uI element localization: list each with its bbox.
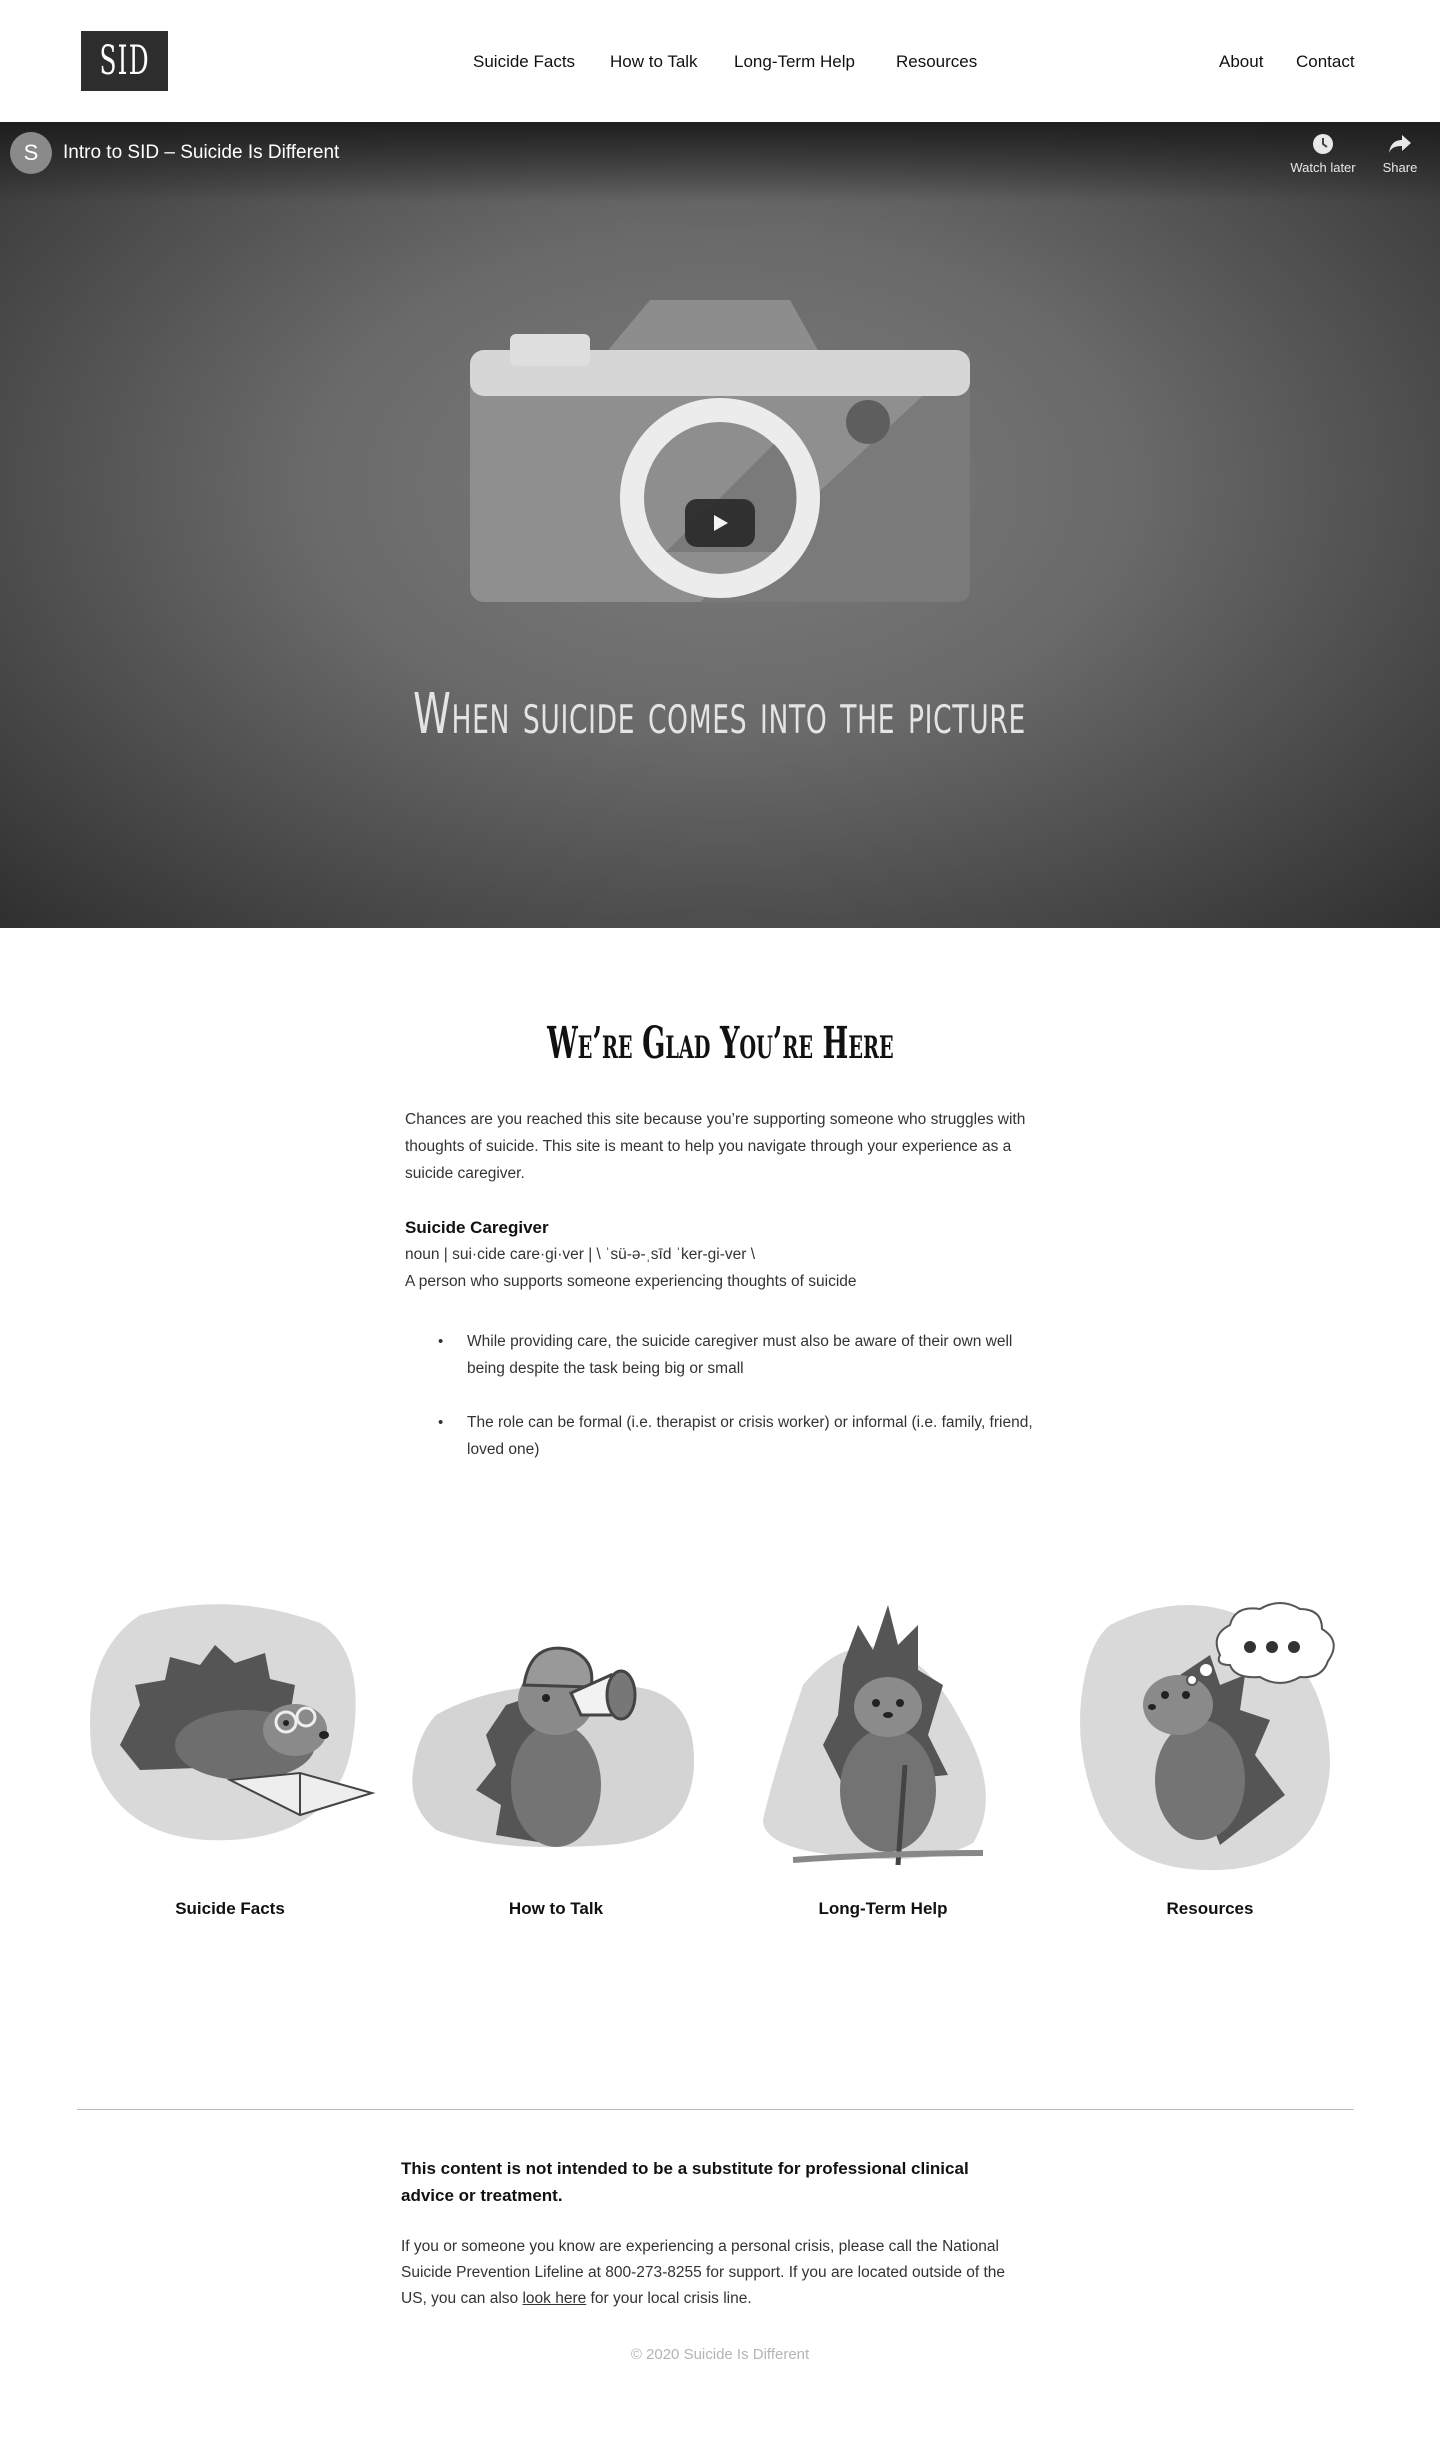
list-item: • The role can be formal (i.e. therapist…: [405, 1409, 1035, 1463]
clock-icon: [1283, 132, 1363, 158]
porcupine-cane-icon: [763, 1605, 986, 1866]
topic-cards: Suicide Facts How to Talk Long-Term Help…: [0, 1595, 1440, 1935]
camera-illustration-icon: [470, 300, 970, 602]
nav-resources[interactable]: Resources: [896, 52, 977, 72]
play-button[interactable]: [685, 499, 755, 547]
disclaimer-text: This content is not intended to be a sub…: [401, 2159, 969, 2205]
crisis-line-link[interactable]: look here: [522, 2290, 586, 2307]
porcupine-megaphone-icon: [412, 1646, 695, 1848]
video-player[interactable]: S Intro to SID – Suicide Is Different Wa…: [0, 122, 1440, 928]
card-label: Long-Term Help: [818, 1899, 948, 1918]
bullet-icon: •: [438, 1333, 444, 1350]
channel-avatar[interactable]: S: [10, 132, 52, 174]
footer-divider: [77, 2109, 1354, 2110]
porcupine-thinking-icon: [1080, 1602, 1335, 1871]
card-long-term-help[interactable]: Long-Term Help: [733, 1595, 1033, 1935]
copyright-text: © 2020 Suicide Is Different: [630, 2346, 810, 2363]
nav-contact[interactable]: Contact: [1296, 52, 1355, 72]
card-label: Suicide Facts: [175, 1899, 285, 1918]
bullet-icon: •: [438, 1414, 444, 1431]
nav-long-term-help[interactable]: Long-Term Help: [734, 52, 855, 72]
intro-text: Chances are you reached this site becaus…: [405, 1106, 1035, 1187]
card-how-to-talk[interactable]: How to Talk: [406, 1595, 706, 1935]
definition-block: Suicide Caregiver noun | sui·cide care·g…: [405, 1214, 1035, 1295]
site-header: SID Suicide Facts How to Talk Long-Term …: [0, 0, 1440, 122]
share-label: Share: [1382, 160, 1418, 175]
definition-text: A person who supports someone experienci…: [405, 1273, 857, 1290]
watch-later-label: Watch later: [1290, 160, 1356, 175]
card-suicide-facts[interactable]: Suicide Facts: [80, 1595, 380, 1935]
caregiver-bullet-list: • While providing care, the suicide care…: [405, 1328, 1035, 1490]
main-nav: Suicide Facts How to Talk Long-Term Help…: [0, 52, 1440, 76]
list-item: • While providing care, the suicide care…: [405, 1328, 1035, 1382]
share-arrow-icon: [1360, 132, 1440, 158]
card-label: Resources: [1166, 1899, 1254, 1918]
intro-paragraph: Chances are you reached this site becaus…: [405, 1111, 1026, 1182]
definition-pronunciation: noun | sui·cide care·gi·ver | \ ˈsü-ə-ˌs…: [405, 1246, 756, 1263]
share-button[interactable]: Share: [1360, 132, 1440, 175]
play-icon: [714, 515, 728, 531]
card-resources[interactable]: Resources: [1060, 1595, 1360, 1935]
nav-suicide-facts[interactable]: Suicide Facts: [473, 52, 575, 72]
crisis-text: If you or someone you know are experienc…: [401, 2238, 1006, 2307]
watch-later-button[interactable]: Watch later: [1283, 132, 1363, 175]
card-label: How to Talk: [508, 1899, 604, 1918]
nav-how-to-talk[interactable]: How to Talk: [610, 52, 698, 72]
intro-heading: We’re Glad You’re Here: [546, 1018, 894, 1069]
nav-about[interactable]: About: [1219, 52, 1263, 72]
definition-term: Suicide Caregiver: [405, 1218, 549, 1237]
video-caption: When suicide comes into the picture: [413, 682, 1027, 747]
video-title[interactable]: Intro to SID – Suicide Is Different: [63, 142, 339, 164]
porcupine-reading-icon: [90, 1604, 376, 1841]
